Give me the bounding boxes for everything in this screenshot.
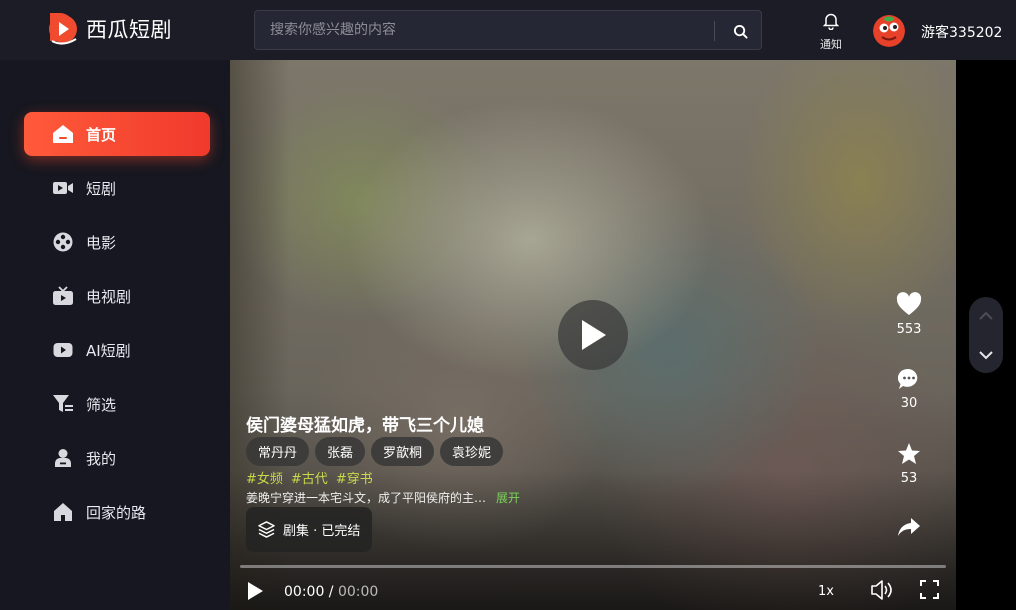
- chevron-down-icon: [979, 350, 993, 359]
- comment-button[interactable]: 30: [890, 368, 928, 411]
- actor-list: 常丹丹 张磊 罗歆桐 袁珍妮: [246, 437, 504, 466]
- control-bar: 00:00 / 00:00 1x: [230, 575, 956, 610]
- film-reel-icon: [52, 231, 74, 253]
- expand-link[interactable]: 展开: [496, 489, 520, 506]
- sidebar-item-label: 首页: [86, 125, 117, 144]
- episode-scroll-control: [969, 297, 1003, 373]
- avatar-icon: [873, 15, 905, 47]
- logo[interactable]: 西瓜短剧: [46, 11, 172, 47]
- playback-speed-button[interactable]: 1x: [818, 584, 834, 599]
- search-box: [254, 10, 762, 50]
- video-title: 侯门婆母猛如虎，带飞三个儿媳: [246, 416, 484, 436]
- filter-icon: [52, 393, 74, 415]
- sidebar-item-shorts[interactable]: 短剧: [24, 166, 210, 210]
- play-button[interactable]: [558, 300, 628, 370]
- notification-button[interactable]: 通知: [815, 12, 847, 52]
- like-button[interactable]: 553: [890, 292, 928, 337]
- sidebar-item-label: 电视剧: [86, 287, 132, 306]
- fullscreen-icon: [920, 580, 939, 599]
- fullscreen-button[interactable]: [920, 580, 939, 603]
- sidebar-item-label: AI短剧: [86, 341, 131, 360]
- play-icon: [582, 320, 606, 350]
- sidebar: 首页 短剧 电影 电视剧 AI短剧 筛选 我的 回家的路: [0, 60, 230, 610]
- sidebar-item-ai-shorts[interactable]: AI短剧: [24, 328, 210, 372]
- comment-icon: [897, 368, 918, 389]
- scroll-down-button[interactable]: [976, 345, 996, 365]
- username[interactable]: 游客335202: [921, 22, 1002, 42]
- house-icon: [52, 501, 74, 523]
- favorite-button[interactable]: 53: [890, 442, 928, 486]
- description: 姜晚宁穿进一本宅斗文，成了平阳侯府的主… 展开: [246, 489, 520, 506]
- bell-icon: [822, 13, 840, 31]
- episodes-label: 剧集 · 已完结: [283, 524, 361, 539]
- play-box-icon: [52, 339, 74, 361]
- search-button[interactable]: [725, 19, 755, 43]
- sidebar-item-label: 电影: [86, 233, 117, 252]
- sidebar-item-tv[interactable]: 电视剧: [24, 274, 210, 318]
- logo-icon: [46, 11, 80, 47]
- tag[interactable]: #古代: [291, 468, 328, 487]
- control-play-button[interactable]: [246, 581, 264, 605]
- current-time: 00:00: [284, 584, 325, 600]
- time-display: 00:00 / 00:00: [284, 584, 378, 600]
- sidebar-item-mine[interactable]: 我的: [24, 436, 210, 480]
- volume-button[interactable]: [870, 579, 894, 605]
- star-icon: [898, 443, 920, 464]
- favorite-count: 53: [900, 471, 918, 486]
- sidebar-item-label: 筛选: [86, 395, 117, 414]
- sidebar-item-movies[interactable]: 电影: [24, 220, 210, 264]
- actor-chip[interactable]: 张磊: [315, 437, 366, 466]
- avatar[interactable]: [873, 15, 905, 47]
- tag-list: #女频 #古代 #穿书: [246, 468, 373, 487]
- video-camera-icon: [52, 177, 74, 199]
- actor-chip[interactable]: 罗歆桐: [371, 437, 435, 466]
- sidebar-item-filter[interactable]: 筛选: [24, 382, 210, 426]
- sidebar-item-label: 回家的路: [86, 503, 147, 522]
- share-icon: [898, 518, 920, 536]
- logo-text: 西瓜短剧: [86, 18, 172, 42]
- progress-bar[interactable]: [240, 565, 946, 568]
- share-button[interactable]: [890, 516, 928, 542]
- duration: 00:00: [337, 584, 379, 600]
- like-count: 553: [896, 322, 922, 337]
- play-icon: [248, 582, 263, 600]
- top-header: 西瓜短剧 通知 游客335202: [0, 0, 1016, 60]
- comment-count: 30: [900, 396, 918, 411]
- heart-icon: [896, 292, 922, 315]
- tag[interactable]: #穿书: [336, 468, 373, 487]
- sidebar-item-label: 短剧: [86, 179, 117, 198]
- time-separator: /: [324, 584, 338, 600]
- search-divider: [714, 21, 715, 41]
- episodes-button[interactable]: 剧集 · 已完结: [246, 507, 373, 552]
- chevron-up-icon: [979, 311, 993, 320]
- actor-chip[interactable]: 袁珍妮: [440, 437, 504, 466]
- notification-label: 通知: [820, 38, 842, 51]
- layers-icon: [258, 521, 275, 538]
- scroll-up-button[interactable]: [976, 305, 996, 325]
- description-text: 姜晚宁穿进一本宅斗文，成了平阳侯府的主…: [246, 491, 487, 505]
- tag[interactable]: #女频: [246, 468, 283, 487]
- search-input[interactable]: [255, 22, 710, 38]
- actor-chip[interactable]: 常丹丹: [246, 437, 310, 466]
- home-icon: [52, 123, 74, 145]
- tv-icon: [52, 285, 74, 307]
- sidebar-item-home[interactable]: 首页: [24, 112, 210, 156]
- user-icon: [52, 447, 74, 469]
- volume-icon: [871, 580, 892, 600]
- video-player[interactable]: 侯门婆母猛如虎，带飞三个儿媳 常丹丹 张磊 罗歆桐 袁珍妮 #女频 #古代 #穿…: [230, 60, 956, 610]
- search-icon: [733, 24, 748, 39]
- sidebar-item-label: 我的: [86, 449, 117, 468]
- sidebar-item-way-home[interactable]: 回家的路: [24, 490, 210, 534]
